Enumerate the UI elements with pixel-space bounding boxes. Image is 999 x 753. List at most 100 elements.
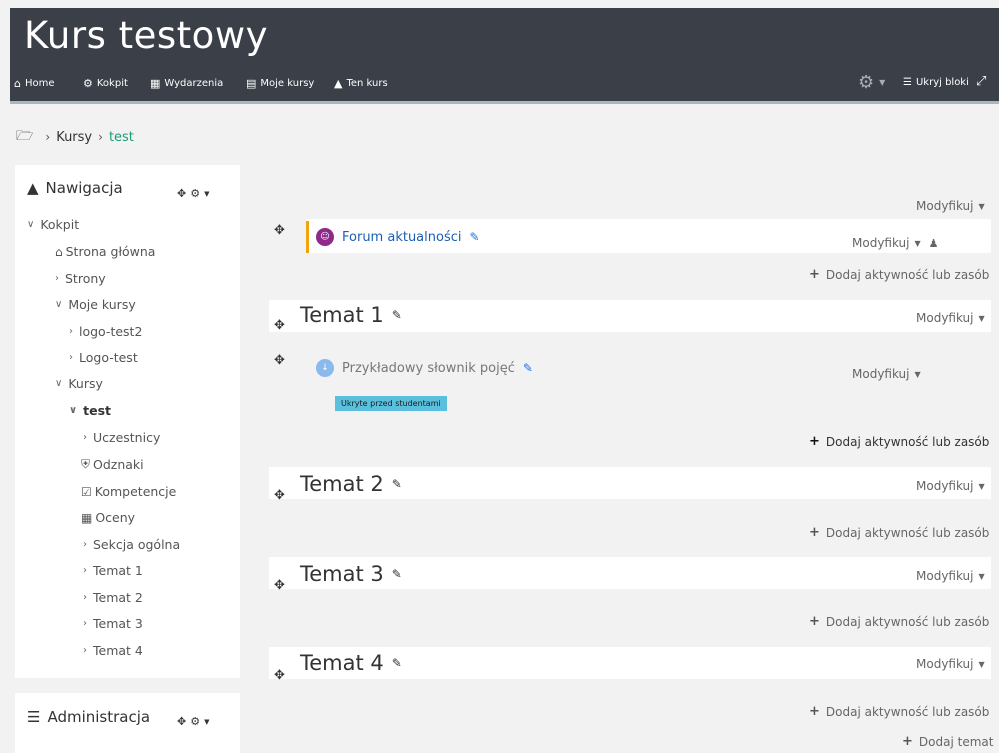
move-icon[interactable]: ✥ xyxy=(177,187,186,200)
nav-events[interactable]: ▦ Wydarzenia xyxy=(150,77,223,90)
tree-item-home[interactable]: ⌂ Strona główna xyxy=(55,244,155,259)
tree-item-label: logo-test2 xyxy=(79,324,143,339)
forum-icon: ☺ xyxy=(316,228,334,246)
pencil-icon[interactable]: ✎ xyxy=(392,477,402,491)
tree-item-grades[interactable]: ▦ Oceny xyxy=(81,510,135,525)
add-activity-button[interactable]: + Dodaj aktywność lub zasób xyxy=(809,267,989,282)
chevron-down-icon: ▼ xyxy=(978,313,985,323)
move-icon[interactable]: ✥ xyxy=(274,488,285,503)
add-activity-label: Dodaj aktywność lub zasób xyxy=(825,704,990,719)
section-0-modify-menu[interactable]: Modyfikuj ▼ xyxy=(916,199,985,213)
tree-item-label: Sekcja ogólna xyxy=(93,537,181,552)
folder-icon[interactable]: 🗁 xyxy=(16,125,33,149)
block-controls: ✥ ⚙ ▼ xyxy=(177,187,213,200)
section-3-title[interactable]: Temat 3 ✎ xyxy=(300,562,402,586)
chevron-down-icon: ∨ xyxy=(69,405,78,416)
move-icon[interactable]: ✥ xyxy=(274,578,285,593)
briefcase-icon: ▤ xyxy=(246,77,257,90)
user-settings-menu[interactable]: ⚙ ▼ xyxy=(858,72,885,93)
move-icon[interactable]: ✥ xyxy=(274,318,285,333)
tree-item-topic-2[interactable]: › Temat 2 xyxy=(83,590,143,605)
tree-item-test[interactable]: ∨ test xyxy=(69,403,111,418)
section-1-title[interactable]: Temat 1 ✎ xyxy=(300,303,402,327)
chevron-right-icon: › xyxy=(55,273,59,284)
breadcrumb-current-course[interactable]: test xyxy=(109,130,134,145)
nav-my-courses[interactable]: ▤ Moje kursy xyxy=(246,77,314,90)
glossary-icon: ↓ xyxy=(316,359,334,377)
forum-activity-link[interactable]: ☺ Forum aktualności ✎ xyxy=(316,228,480,246)
chevron-down-icon: ▼ xyxy=(914,238,921,248)
move-icon[interactable]: ✥ xyxy=(274,353,285,368)
nav-this-course-label: Ten kurs xyxy=(346,78,388,89)
section-1-modify-menu[interactable]: Modyfikuj ▼ xyxy=(916,311,985,325)
gear-icon[interactable]: ⚙ xyxy=(190,187,200,200)
tree-item-competencies[interactable]: ☑ Kompetencje xyxy=(81,484,176,499)
forum-modify-menu[interactable]: Modyfikuj ▼ ♟ xyxy=(852,236,939,250)
tree-item-courses[interactable]: ∨ Kursy xyxy=(55,376,103,391)
add-activity-label: Dodaj aktywność lub zasób xyxy=(825,434,990,449)
add-activity-button[interactable]: + Dodaj aktywność lub zasób xyxy=(809,614,989,629)
user-icon[interactable]: ♟ xyxy=(929,237,939,250)
tree-item-topic-1[interactable]: › Temat 1 xyxy=(83,563,143,578)
nav-home-label: Home xyxy=(24,78,55,89)
pencil-icon[interactable]: ✎ xyxy=(469,230,479,244)
home-icon: ⌂ xyxy=(55,244,63,259)
section-3-modify-menu[interactable]: Modyfikuj ▼ xyxy=(916,569,985,583)
nav-home[interactable]: ⌂ Home xyxy=(14,77,55,90)
nav-dashboard[interactable]: ⚙ Kokpit xyxy=(83,77,128,90)
hidden-from-students-badge: Ukryte przed studentami xyxy=(335,396,447,411)
tree-item-my-courses[interactable]: ∨ Moje kursy xyxy=(55,297,136,312)
gear-icon[interactable]: ⚙ xyxy=(190,715,200,728)
plus-icon: + xyxy=(809,525,820,540)
section-2-title[interactable]: Temat 2 ✎ xyxy=(300,472,402,496)
tree-item-topic-3[interactable]: › Temat 3 xyxy=(83,616,143,631)
tree-item-dashboard[interactable]: ∨ Kokpit xyxy=(27,217,79,232)
add-activity-button[interactable]: + Dodaj aktywność lub zasób xyxy=(809,525,989,540)
chevron-down-icon: ▼ xyxy=(879,78,886,87)
fullscreen-expand-icon[interactable]: ⤢ xyxy=(976,74,986,89)
pencil-icon[interactable]: ✎ xyxy=(392,567,402,581)
administration-title-label: Administracja xyxy=(47,708,151,726)
glossary-modify-menu[interactable]: Modyfikuj ▼ xyxy=(852,367,921,381)
chevron-down-icon: ▼ xyxy=(978,201,985,211)
plus-icon: + xyxy=(809,704,820,719)
modify-label: Modyfikuj xyxy=(852,236,910,250)
section-2-modify-menu[interactable]: Modyfikuj ▼ xyxy=(916,479,985,493)
tree-item-participants[interactable]: › Uczestnicy xyxy=(83,430,160,445)
navigation-title-label: Nawigacja xyxy=(45,179,123,197)
add-activity-button[interactable]: + Dodaj aktywność lub zasób xyxy=(809,704,989,719)
section-title-label: Temat 3 xyxy=(300,562,384,586)
plus-icon: + xyxy=(809,434,820,449)
pencil-icon[interactable]: ✎ xyxy=(523,361,533,375)
section-4-title[interactable]: Temat 4 ✎ xyxy=(300,651,402,675)
chevron-right-icon: › xyxy=(83,565,87,576)
chevron-right-icon: › xyxy=(83,645,87,656)
administration-block-title: ☰ Administracja xyxy=(27,708,150,726)
add-activity-button[interactable]: + Dodaj aktywność lub zasób xyxy=(809,434,989,449)
navigation-block: ▲ Nawigacja ✥ ⚙ ▼ ∨ Kokpit ⌂ Strona głów… xyxy=(15,165,240,678)
section-4-modify-menu[interactable]: Modyfikuj ▼ xyxy=(916,657,985,671)
move-icon[interactable]: ✥ xyxy=(274,223,285,238)
chevron-down-icon: ∨ xyxy=(55,378,63,389)
tree-item-logo-test[interactable]: › Logo-test xyxy=(69,350,138,365)
tree-item-general-section[interactable]: › Sekcja ogólna xyxy=(83,537,180,552)
site-title[interactable]: Kurs testowy xyxy=(24,14,268,57)
hide-blocks-button[interactable]: ☰ Ukryj bloki xyxy=(903,77,969,88)
tree-item-logo-test2[interactable]: › logo-test2 xyxy=(69,324,142,339)
nav-this-course[interactable]: ▲ Ten kurs xyxy=(334,77,388,90)
breadcrumb-courses[interactable]: Kursy xyxy=(56,130,92,145)
pencil-icon[interactable]: ✎ xyxy=(392,308,402,322)
glossary-activity-link[interactable]: ↓ Przykładowy słownik pojęć ✎ xyxy=(316,359,533,377)
chevron-down-icon[interactable]: ▼ xyxy=(204,718,209,726)
add-topic-button[interactable]: + Dodaj temat xyxy=(902,734,993,749)
tree-item-label: Kompetencje xyxy=(94,484,177,499)
home-icon: ⌂ xyxy=(14,77,21,90)
tree-item-label: Kokpit xyxy=(40,217,80,232)
tree-item-pages[interactable]: › Strony xyxy=(55,271,106,286)
pencil-icon[interactable]: ✎ xyxy=(392,656,402,670)
move-icon[interactable]: ✥ xyxy=(274,668,285,683)
chevron-down-icon[interactable]: ▼ xyxy=(204,190,209,198)
move-icon[interactable]: ✥ xyxy=(177,715,186,728)
tree-item-badges[interactable]: ⛨ Odznaki xyxy=(81,457,144,472)
tree-item-topic-4[interactable]: › Temat 4 xyxy=(83,643,143,658)
